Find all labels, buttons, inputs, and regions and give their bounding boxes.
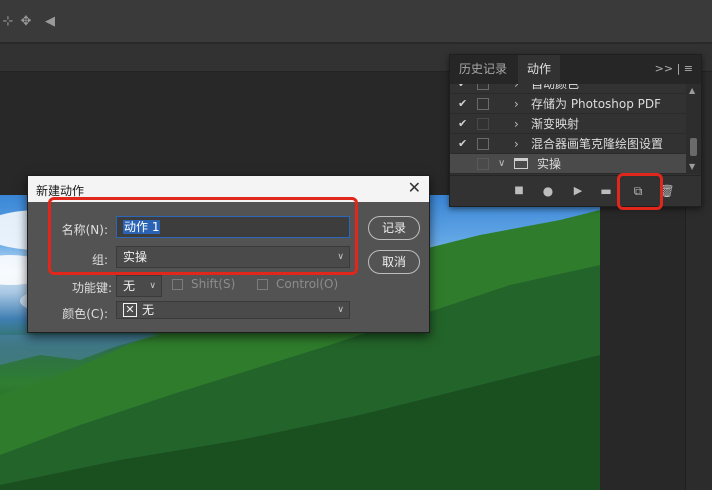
video-camera-icon[interactable]: ◀ [42, 14, 58, 30]
transform-icon[interactable]: ⊹ [0, 14, 16, 30]
actions-panel: 历史记录 动作 >> | ≡ ✔ › 自动颜色 ✔ › 存储为 Photosho… [449, 54, 702, 207]
check-icon[interactable]: ✔ [458, 84, 470, 92]
check-icon[interactable]: ✔ [458, 116, 470, 132]
list-item[interactable]: ✔ › 自动颜色 [450, 84, 686, 94]
check-icon[interactable]: ✔ [458, 136, 470, 152]
shift-label: Shift(S) [191, 277, 236, 291]
shift-checkbox[interactable] [172, 279, 183, 290]
scroll-thumb[interactable] [690, 138, 697, 156]
tab-history[interactable]: 历史记录 [450, 55, 516, 84]
control-checkbox[interactable] [257, 279, 268, 290]
function-key-label: 功能键: [71, 281, 112, 295]
color-swatch-icon: ✕ [123, 303, 137, 317]
chevron-right-icon[interactable]: › [514, 84, 519, 93]
dialog-toggle[interactable] [477, 118, 489, 130]
chevron-right-icon[interactable]: › [514, 95, 519, 113]
chevron-right-icon[interactable]: › [514, 135, 519, 153]
play-icon[interactable]: ▶ [569, 182, 587, 200]
panel-toolbar: ■ ● ▶ ▬ ⧉ 🗑 [450, 175, 701, 206]
cancel-button[interactable]: 取消 [368, 250, 420, 274]
control-label: Control(O) [276, 277, 339, 291]
chevron-right-icon[interactable]: › [514, 115, 519, 133]
close-icon[interactable]: ✕ [408, 178, 421, 198]
stop-icon[interactable]: ■ [510, 182, 528, 200]
move-3d-icon[interactable]: ✥ [18, 14, 34, 30]
chevron-down-icon: ∨ [149, 281, 156, 291]
dialog-toggle[interactable] [477, 158, 489, 170]
list-item-set[interactable]: ∨ 实操 [450, 154, 686, 174]
actions-list: ✔ › 自动颜色 ✔ › 存储为 Photoshop PDF ✔ › 渐变映射 … [450, 84, 686, 174]
color-value: 无 [142, 303, 155, 317]
scroll-down-icon[interactable]: ▼ [689, 162, 695, 171]
list-item[interactable]: ✔ › 混合器画笔克隆绘图设置 [450, 134, 686, 154]
function-key-select[interactable]: 无 ∨ [116, 275, 162, 297]
color-select[interactable]: ✕ 无 ∨ [116, 301, 350, 319]
chevron-down-icon: ∨ [337, 305, 344, 315]
highlight-new-action-button [617, 173, 663, 210]
list-item[interactable]: ✔ › 存储为 Photoshop PDF [450, 94, 686, 114]
check-icon[interactable]: ✔ [458, 96, 470, 112]
scroll-up-icon[interactable]: ▲ [689, 86, 695, 95]
chevron-down-icon[interactable]: ∨ [498, 155, 505, 173]
color-label: 颜色(C): [62, 307, 108, 321]
list-item[interactable]: ✔ › 渐变映射 [450, 114, 686, 134]
function-key-value: 无 [123, 279, 136, 293]
dialog-toggle[interactable] [477, 84, 489, 90]
new-set-folder-icon[interactable]: ▬ [597, 182, 615, 200]
panel-tabs: 历史记录 动作 >> | ≡ [450, 55, 701, 84]
options-bar: ⊹ ✥ ◀ [0, 0, 712, 43]
actions-scrollbar[interactable]: ▲ ▼ [686, 84, 701, 174]
folder-icon [514, 158, 528, 169]
record-icon[interactable]: ● [539, 182, 557, 200]
panel-menu-icon[interactable]: >> | ≡ [655, 62, 693, 75]
record-button[interactable]: 记录 [368, 216, 420, 240]
dialog-toggle[interactable] [477, 138, 489, 150]
tab-actions[interactable]: 动作 [518, 55, 561, 84]
dialog-toggle[interactable] [477, 98, 489, 110]
highlight-name-set-fields [48, 197, 358, 275]
